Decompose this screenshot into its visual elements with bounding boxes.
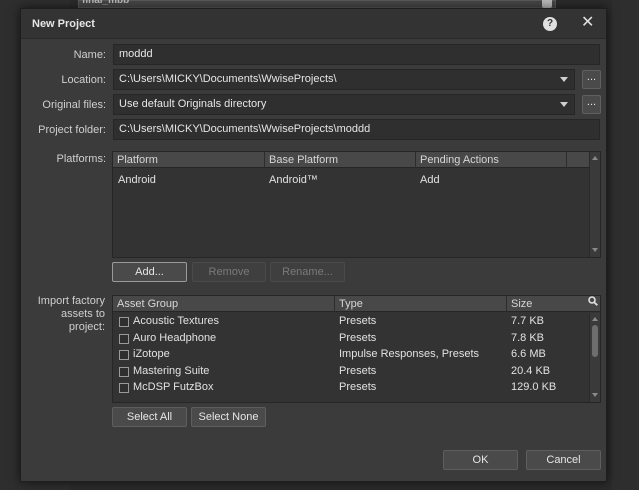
close-icon[interactable]: ✕ (581, 14, 594, 32)
ok-button[interactable]: OK (443, 450, 518, 470)
asset-size-cell: 6.6 MB (511, 348, 546, 360)
base-platform-cell: Android™ (269, 174, 318, 186)
assets-table: Asset Group Type Size Acoustic Textures P… (112, 295, 601, 403)
help-icon[interactable]: ? (543, 17, 557, 31)
list-item[interactable]: Auro Headphone Presets 7.8 KB (113, 331, 589, 348)
platform-column-header[interactable]: Platform (113, 152, 265, 168)
asset-checkbox[interactable] (119, 333, 129, 344)
list-item[interactable]: Acoustic Textures Presets 7.7 KB (113, 314, 589, 331)
project-folder-label: Project folder: (38, 124, 106, 136)
location-dropdown[interactable]: C:\Users\MICKY\Documents\WwiseProjects\ (113, 69, 575, 90)
asset-checkbox[interactable] (119, 317, 129, 327)
chevron-down-icon (560, 102, 568, 107)
location-browse-button[interactable]: ... (582, 70, 601, 89)
platforms-scrollbar[interactable] (589, 152, 600, 257)
asset-name-cell: Acoustic Textures (133, 315, 220, 327)
asset-checkbox[interactable] (119, 383, 129, 393)
select-all-button[interactable]: Select All (112, 407, 187, 427)
project-folder-value: C:\Users\MICKY\Documents\WwiseProjects\m… (119, 123, 371, 135)
original-files-browse-button[interactable]: ... (582, 95, 601, 114)
list-item[interactable]: Mastering Suite Presets 20.4 KB (113, 364, 589, 381)
search-icon[interactable] (588, 296, 598, 306)
asset-size-cell: 129.0 KB (511, 381, 557, 393)
platform-cell: Android (118, 174, 156, 186)
asset-size-cell: 20.4 KB (511, 364, 551, 377)
size-column-header[interactable]: Size (507, 296, 587, 312)
scroll-down-icon[interactable] (592, 393, 598, 397)
add-platform-button[interactable]: Add... (112, 262, 187, 282)
scroll-down-icon[interactable] (592, 248, 598, 252)
background-search-icon (542, 0, 552, 8)
scroll-thumb[interactable] (592, 325, 598, 357)
asset-type-cell: Presets (339, 315, 377, 327)
asset-group-column-header[interactable]: Asset Group (113, 296, 335, 312)
location-value: C:\Users\MICKY\Documents\WwiseProjects\ (119, 73, 337, 85)
name-field[interactable]: moddd (113, 44, 600, 65)
assets-header: Asset Group Type Size (113, 296, 600, 312)
asset-name-cell: McDSP FutzBox (133, 381, 214, 393)
original-files-dropdown[interactable]: Use default Originals directory (113, 94, 575, 115)
asset-size-cell: 7.8 KB (511, 331, 545, 344)
pending-action-cell: Add (420, 174, 440, 186)
list-item[interactable]: McDSP FutzBox Presets 129.0 KB (113, 380, 589, 397)
name-value: moddd (119, 48, 153, 60)
rename-platform-button[interactable]: Rename... (270, 262, 345, 282)
dialog-title: New Project (32, 18, 95, 30)
assets-scrollbar[interactable] (589, 313, 600, 402)
base-platform-column-header[interactable]: Base Platform (265, 152, 416, 168)
remove-platform-button[interactable]: Remove (192, 262, 266, 282)
scroll-up-icon[interactable] (592, 317, 598, 321)
select-none-button[interactable]: Select None (191, 407, 266, 427)
asset-size-cell: 7.7 KB (511, 315, 545, 327)
asset-type-cell: Presets (339, 331, 377, 344)
asset-checkbox[interactable] (119, 366, 129, 377)
asset-name-cell: iZotope (133, 348, 170, 360)
name-label: Name: (73, 49, 106, 61)
cancel-button[interactable]: Cancel (526, 450, 601, 470)
type-column-header[interactable]: Type (335, 296, 507, 312)
asset-name-cell: Auro Headphone (133, 331, 217, 344)
asset-type-cell: Impulse Responses, Presets (339, 348, 480, 360)
background-panel-right (612, 0, 639, 490)
dialog-titlebar: New Project ? ✕ (21, 9, 606, 39)
pending-actions-column-header[interactable]: Pending Actions (416, 152, 567, 168)
platforms-table: Platform Base Platform Pending Actions A… (112, 151, 601, 258)
asset-checkbox[interactable] (119, 350, 129, 360)
original-files-value: Use default Originals directory (119, 98, 267, 110)
asset-name-cell: Mastering Suite (133, 364, 210, 377)
scroll-up-icon[interactable] (592, 156, 598, 160)
location-label: Location: (61, 74, 106, 86)
project-folder-field: C:\Users\MICKY\Documents\WwiseProjects\m… (113, 119, 600, 140)
import-assets-label: Import factory assets to project: (37, 295, 105, 333)
original-files-label: Original files: (42, 99, 106, 111)
platforms-label: Platforms: (56, 153, 106, 165)
background-tab-strip (78, 0, 556, 8)
asset-type-cell: Presets (339, 381, 377, 393)
platforms-header: Platform Base Platform Pending Actions (113, 152, 589, 168)
list-item[interactable]: iZotope Impulse Responses, Presets 6.6 MB (113, 347, 589, 364)
background-tab-label: final_mbb (82, 0, 130, 6)
chevron-down-icon (560, 77, 568, 82)
new-project-dialog: New Project ? ✕ Name: moddd Location: C:… (20, 8, 607, 482)
asset-type-cell: Presets (339, 364, 377, 377)
